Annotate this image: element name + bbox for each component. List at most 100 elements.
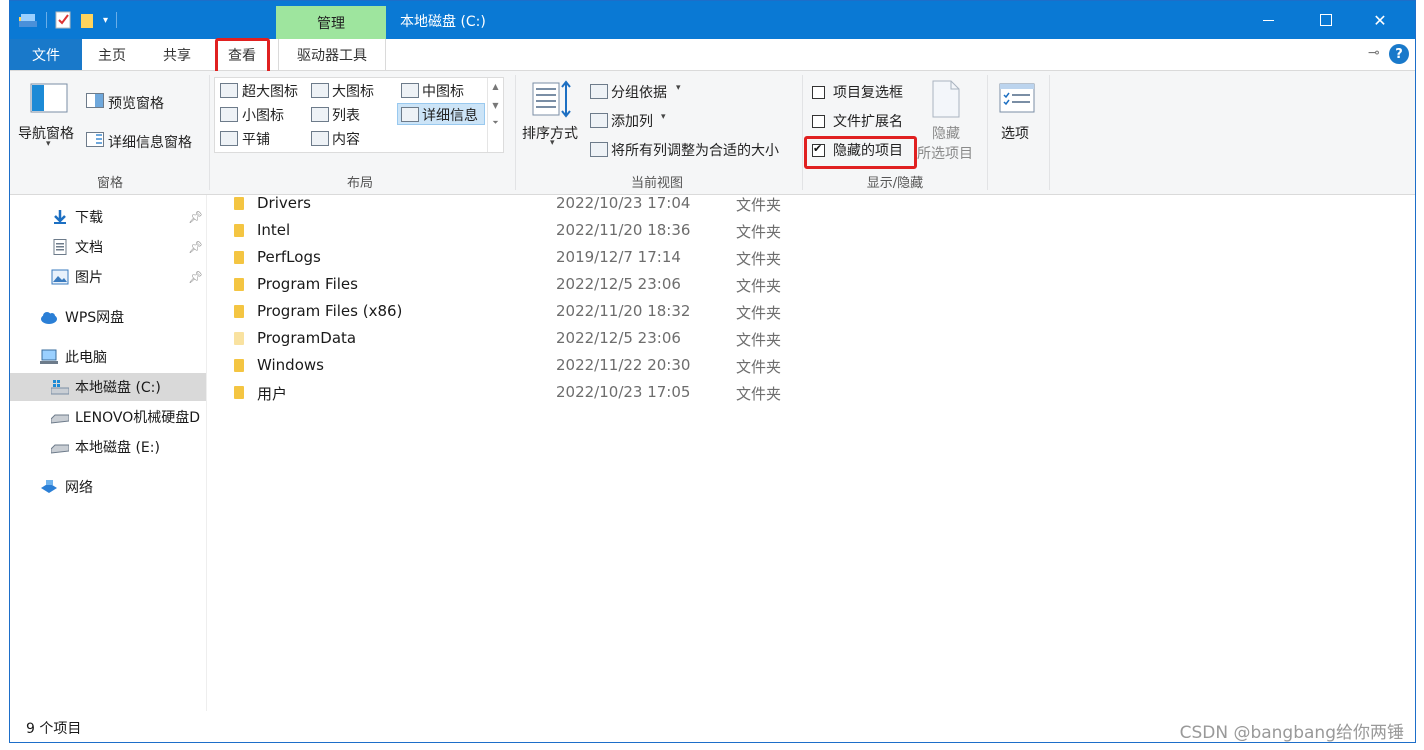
nav-item-drive-e[interactable]: 本地磁盘 (E:) [10, 433, 206, 461]
nav-item-documents[interactable]: 文档 📌︎ [10, 233, 206, 261]
file-row[interactable]: Intel 2022/11/20 18:36 文件夹 [207, 217, 807, 244]
tab-drive-tools[interactable]: 驱动器工具 [278, 39, 386, 70]
group-separator [209, 75, 210, 190]
file-row[interactable]: Program Files 2022/12/5 23:06 文件夹 [207, 271, 807, 298]
scroll-up-icon[interactable]: ▲ [488, 82, 503, 91]
tab-share[interactable]: 共享 [147, 39, 207, 70]
layout-extra-large-icons[interactable]: 超大图标 [242, 81, 298, 101]
tab-home[interactable]: 主页 [82, 39, 142, 70]
pin-icon[interactable]: 📌︎ [188, 240, 203, 254]
file-name: Drivers [257, 194, 311, 212]
large-icons-icon [311, 83, 329, 98]
options-icon [999, 83, 1035, 113]
item-checkboxes-label[interactable]: 项目复选框 [833, 82, 903, 102]
hide-selected-label-1[interactable]: 隐藏 [932, 123, 960, 143]
drive-icon [51, 380, 69, 395]
nav-item-label: 网络 [65, 480, 93, 496]
file-date: 2022/10/23 17:04 [556, 194, 691, 212]
layout-medium-icons[interactable]: 中图标 [422, 81, 464, 101]
add-column-dropdown-icon[interactable]: ▾ [661, 112, 666, 122]
layout-list[interactable]: 列表 [332, 105, 360, 125]
list-icon [311, 107, 329, 122]
nav-item-label: 本地磁盘 (E:) [75, 440, 160, 456]
file-name: PerfLogs [257, 248, 321, 266]
nav-item-label: 文档 [75, 240, 103, 256]
group-by-button[interactable]: 分组依据 [611, 82, 667, 102]
tab-file[interactable]: 文件 [10, 39, 82, 70]
details-pane-button[interactable]: 详细信息窗格 [108, 132, 192, 152]
file-extensions-checkbox[interactable] [812, 115, 825, 128]
close-icon: ✕ [1373, 10, 1387, 30]
group-label-layout: 布局 [346, 176, 373, 191]
group-separator [987, 75, 988, 190]
sort-by-dropdown-icon[interactable]: ▾ [550, 138, 555, 148]
layout-large-icons[interactable]: 大图标 [332, 81, 374, 101]
layout-details[interactable]: 详细信息 [422, 105, 478, 125]
preview-pane-button[interactable]: 预览窗格 [108, 93, 164, 113]
hide-selected-label-2[interactable]: 所选项目 [917, 143, 973, 163]
quick-access-toolbar: ▾ [18, 10, 118, 30]
nav-item-drive-c[interactable]: 本地磁盘 (C:) [10, 373, 206, 401]
layout-small-icons[interactable]: 小图标 [242, 105, 284, 125]
minimize-button[interactable] [1258, 9, 1278, 31]
ribbon-view: 导航窗格 ▾ 预览窗格 详细信息窗格 窗格 超大图标 大图标 中图标 小图标 列… [10, 71, 1415, 195]
file-name: Windows [257, 356, 324, 374]
group-separator [515, 75, 516, 190]
layout-content[interactable]: 内容 [332, 129, 360, 149]
item-checkboxes-checkbox[interactable] [812, 86, 825, 99]
content-icon [311, 131, 329, 146]
group-separator [802, 75, 803, 190]
folder-icon [234, 197, 244, 210]
maximize-button[interactable] [1316, 9, 1336, 31]
file-date: 2022/11/20 18:36 [556, 221, 691, 239]
scroll-down-icon[interactable]: ▼ [488, 101, 503, 110]
add-column-button[interactable]: 添加列 [611, 111, 653, 131]
minimize-icon [1262, 19, 1274, 21]
pin-ribbon-icon[interactable]: ⊸ [1368, 45, 1380, 61]
file-row[interactable]: Program Files (x86) 2022/11/20 18:32 文件夹 [207, 298, 807, 325]
item-count: 9 个项目 [26, 721, 82, 737]
fit-columns-button[interactable]: 将所有列调整为合适的大小 [611, 140, 779, 160]
customize-qat-icon[interactable]: ▾ [103, 15, 108, 26]
file-date: 2022/11/20 18:32 [556, 302, 691, 320]
nav-pane-dropdown-icon[interactable]: ▾ [46, 139, 51, 149]
nav-item-downloads[interactable]: 下载 📌︎ [10, 203, 206, 231]
file-row[interactable]: Drivers 2022/10/23 17:04 文件夹 [207, 190, 807, 217]
folder-icon [234, 359, 244, 372]
properties-icon[interactable] [55, 11, 71, 29]
close-button[interactable]: ✕ [1370, 9, 1390, 31]
highlight-hidden-items [804, 136, 917, 169]
tab-manage[interactable]: 管理 [276, 6, 386, 39]
file-row[interactable]: Windows 2022/11/22 20:30 文件夹 [207, 352, 807, 379]
nav-item-pictures[interactable]: 图片 📌︎ [10, 263, 206, 291]
options-button[interactable]: 选项 [1001, 123, 1029, 143]
file-name: 用户 [257, 385, 288, 403]
file-row[interactable]: ProgramData 2022/12/5 23:06 文件夹 [207, 325, 807, 352]
nav-item-this-pc[interactable]: 此电脑 [10, 343, 206, 371]
expand-gallery-icon[interactable]: ⏷ [488, 118, 503, 128]
new-folder-icon[interactable] [79, 11, 95, 29]
nav-item-drive-d[interactable]: LENOVO机械硬盘D [10, 403, 206, 431]
pin-icon[interactable]: 📌︎ [188, 270, 203, 284]
details-pane-icon [86, 132, 104, 147]
layout-tiles[interactable]: 平铺 [242, 129, 270, 149]
explorer-app-icon[interactable] [18, 12, 38, 28]
file-row[interactable]: PerfLogs 2019/12/7 17:14 文件夹 [207, 244, 807, 271]
pin-icon[interactable]: 📌︎ [188, 210, 203, 224]
folder-icon [234, 305, 244, 318]
file-extensions-label[interactable]: 文件扩展名 [833, 111, 903, 131]
nav-item-wps-cloud[interactable]: WPS网盘 [10, 303, 206, 331]
file-row[interactable]: 用户 2022/10/23 17:05 文件夹 [207, 379, 807, 406]
file-type: 文件夹 [736, 385, 782, 403]
file-type: 文件夹 [736, 331, 782, 349]
details-icon [401, 107, 419, 122]
help-icon[interactable]: ? [1389, 44, 1409, 64]
nav-item-network[interactable]: 网络 [10, 473, 206, 501]
file-name: ProgramData [257, 329, 357, 347]
group-by-dropdown-icon[interactable]: ▾ [676, 83, 681, 93]
layout-scroll[interactable]: ▲ ▼ ⏷ [487, 78, 503, 152]
preview-pane-icon [86, 93, 104, 108]
group-label-panes: 窗格 [96, 176, 123, 191]
cloud-icon [41, 312, 57, 324]
file-type: 文件夹 [736, 277, 782, 295]
